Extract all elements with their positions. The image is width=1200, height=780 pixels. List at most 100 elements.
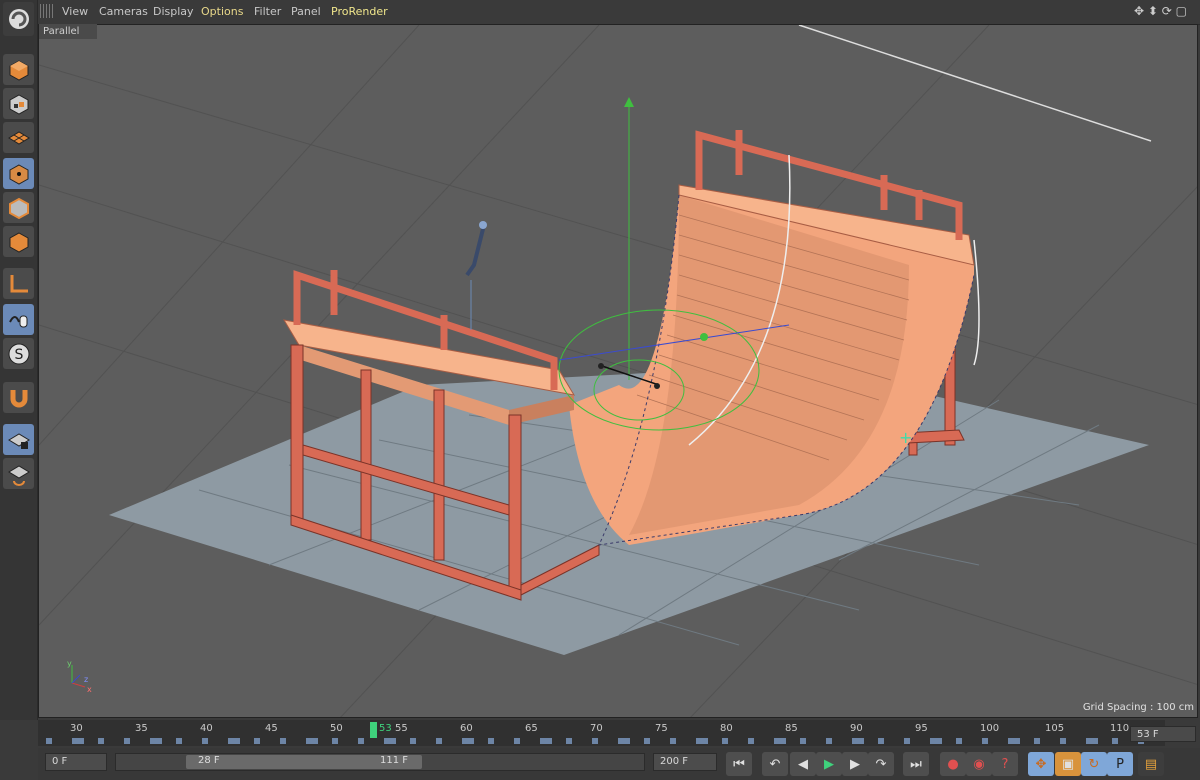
tick-label: 40 bbox=[200, 723, 213, 734]
workplane-rotate-icon[interactable] bbox=[3, 458, 34, 489]
keyframe-mark bbox=[202, 738, 208, 744]
tick-label: 85 bbox=[785, 723, 798, 734]
tick-label: 50 bbox=[330, 723, 343, 734]
axis-x-label: x bbox=[87, 685, 92, 694]
keyframe-mark bbox=[1034, 738, 1040, 744]
tick-label: 100 bbox=[980, 723, 1000, 734]
goto-end-button[interactable]: ⏭ bbox=[903, 752, 929, 776]
keyframe-mark bbox=[930, 738, 942, 744]
timeline-ruler[interactable]: 30 35 40 45 50 55 60 65 70 75 80 85 90 95 100 105 110 53 bbox=[38, 720, 1165, 746]
keyframe-mark bbox=[1060, 738, 1066, 744]
keyframe-mark bbox=[774, 738, 786, 744]
keyframe-mark bbox=[228, 738, 240, 744]
menu-display[interactable]: Display bbox=[153, 5, 194, 18]
keyframe-mark bbox=[982, 738, 988, 744]
keyframe-mark bbox=[540, 738, 552, 744]
current-frame-marker: 53 bbox=[379, 723, 392, 734]
keyframe-mark bbox=[72, 738, 84, 744]
keyframe-mark bbox=[696, 738, 708, 744]
range-start-label: 28 F bbox=[198, 755, 220, 766]
range-slider[interactable]: 28 F 111 F bbox=[186, 755, 422, 769]
keyframe-mark bbox=[1008, 738, 1020, 744]
points-mode-icon[interactable] bbox=[3, 158, 34, 189]
record-keys-button[interactable]: ● bbox=[940, 752, 966, 776]
magnet-icon[interactable] bbox=[3, 382, 34, 413]
keyframe-mark bbox=[566, 738, 572, 744]
viewport-menubar: View Cameras Display Options Filter Pane… bbox=[38, 0, 1200, 25]
scene-render: + bbox=[39, 25, 1197, 717]
tick-label: 55 bbox=[395, 723, 408, 734]
move-key-icon[interactable]: ✥ bbox=[1028, 752, 1054, 776]
keyframe-mark bbox=[1112, 738, 1118, 744]
svg-text:+: + bbox=[899, 428, 912, 447]
parameter-key-icon[interactable]: P bbox=[1107, 752, 1133, 776]
tick-label: 80 bbox=[720, 723, 733, 734]
viewport-nav-icons[interactable]: ✥ ⬍ ⟳ ▢ bbox=[1134, 4, 1187, 18]
axis-icon[interactable] bbox=[3, 268, 34, 299]
menu-cameras[interactable]: Cameras bbox=[99, 5, 148, 18]
tick-label: 70 bbox=[590, 723, 603, 734]
tick-label: 75 bbox=[655, 723, 668, 734]
workplane-lock-icon[interactable] bbox=[3, 424, 34, 455]
keyframe-mark bbox=[488, 738, 494, 744]
range-track[interactable]: 28 F 111 F bbox=[115, 753, 645, 771]
keyframe-mark bbox=[670, 738, 676, 744]
menu-view[interactable]: View bbox=[62, 5, 88, 18]
next-key-button[interactable]: ↷ bbox=[868, 752, 894, 776]
cube-model-icon[interactable] bbox=[3, 54, 34, 85]
current-frame-field[interactable]: 53 F bbox=[1130, 726, 1196, 742]
tick-label: 45 bbox=[265, 723, 278, 734]
keyframe-mark bbox=[280, 738, 286, 744]
autokey-button[interactable]: ◉ bbox=[966, 752, 992, 776]
grid-spacing-label: Grid Spacing : 100 cm bbox=[1082, 702, 1194, 713]
keyframe-mark bbox=[956, 738, 962, 744]
range-end-label: 111 F bbox=[379, 755, 408, 766]
camera-label[interactable]: Parallel bbox=[39, 24, 97, 39]
keyframe-selection-button[interactable]: ? bbox=[992, 752, 1018, 776]
menu-options[interactable]: Options bbox=[201, 5, 243, 18]
axis-y-label: y bbox=[67, 659, 72, 668]
undo-icon[interactable] bbox=[3, 2, 34, 36]
keyframe-mark bbox=[800, 738, 806, 744]
viewport-3d[interactable]: + y z x bbox=[38, 24, 1198, 718]
menu-panel[interactable]: Panel bbox=[291, 5, 321, 18]
keyframe-mark bbox=[332, 738, 338, 744]
keyframe-mark bbox=[436, 738, 442, 744]
keyframe-mark bbox=[852, 738, 864, 744]
checker-texture-icon[interactable] bbox=[3, 88, 34, 119]
keyframe-mark bbox=[384, 738, 396, 744]
prev-frame-button[interactable]: ◀ bbox=[790, 752, 816, 776]
keyframe-mark bbox=[46, 738, 52, 744]
keyframe-mark bbox=[254, 738, 260, 744]
tick-label: 95 bbox=[915, 723, 928, 734]
polygons-mode-icon[interactable] bbox=[3, 226, 34, 257]
keyframe-mark bbox=[826, 738, 832, 744]
tick-label: 60 bbox=[460, 723, 473, 734]
edges-mode-icon[interactable] bbox=[3, 192, 34, 223]
keyframe-mark bbox=[878, 738, 884, 744]
play-button[interactable]: ▶ bbox=[816, 752, 842, 776]
end-frame-field[interactable]: 200 F bbox=[653, 753, 717, 771]
tick-label: 65 bbox=[525, 723, 538, 734]
keyframe-mark bbox=[410, 738, 416, 744]
live-select-icon[interactable] bbox=[3, 304, 34, 335]
keyframe-mark bbox=[904, 738, 910, 744]
playhead[interactable] bbox=[370, 722, 377, 738]
next-frame-button[interactable]: ▶ bbox=[842, 752, 868, 776]
goto-start-button[interactable]: ⏮ bbox=[726, 752, 752, 776]
menu-filter[interactable]: Filter bbox=[254, 5, 281, 18]
film-strip-icon[interactable]: ▤ bbox=[1138, 752, 1164, 776]
menu-prorender[interactable]: ProRender bbox=[331, 5, 388, 18]
snap-icon[interactable]: S bbox=[3, 338, 34, 369]
keyframe-mark bbox=[748, 738, 754, 744]
tick-label: 90 bbox=[850, 723, 863, 734]
prev-key-button[interactable]: ↶ bbox=[762, 752, 788, 776]
polygon-plane-icon[interactable] bbox=[3, 122, 34, 153]
tick-label: 30 bbox=[70, 723, 83, 734]
rotate-key-icon[interactable]: ↻ bbox=[1081, 752, 1107, 776]
tick-label: 110 bbox=[1110, 723, 1130, 734]
start-frame-field[interactable]: 0 F bbox=[45, 753, 107, 771]
keyframe-mark bbox=[722, 738, 728, 744]
keyframe-mark bbox=[358, 738, 364, 744]
scale-key-icon[interactable]: ▣ bbox=[1055, 752, 1081, 776]
